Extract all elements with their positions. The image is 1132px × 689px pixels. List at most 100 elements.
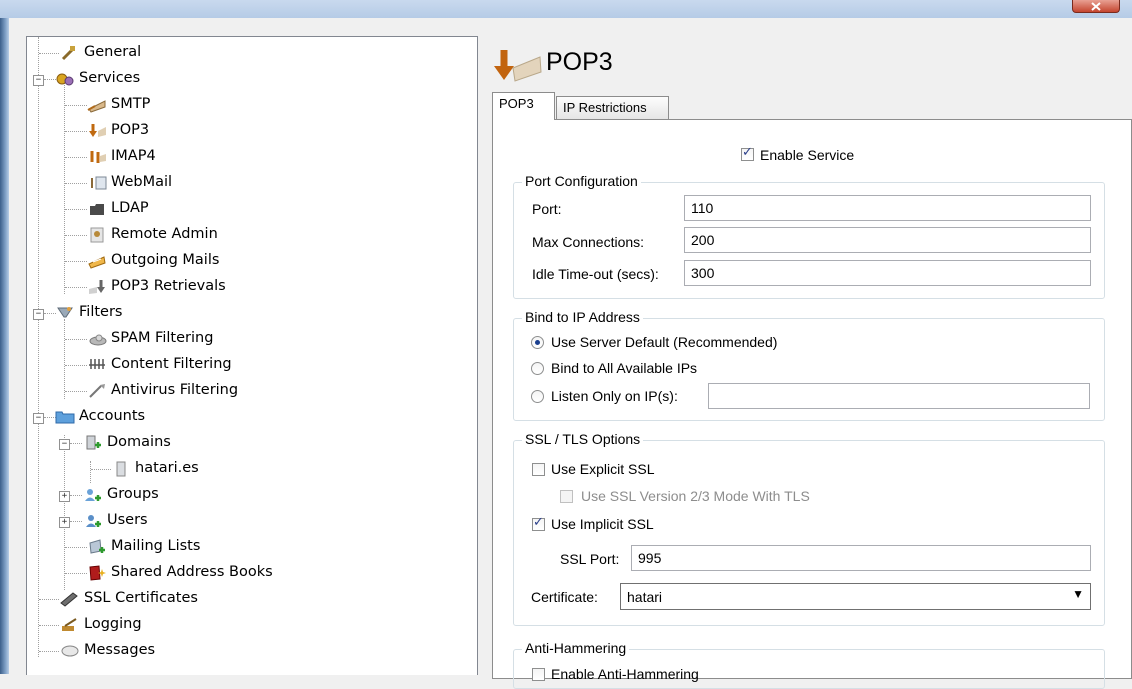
ssl-port-label: SSL Port: <box>560 551 620 567</box>
tree-label: Antivirus Filtering <box>111 382 239 398</box>
page-title: POP3 <box>546 48 613 76</box>
tree-item-shared-address-books[interactable]: Shared Address Books <box>27 561 427 585</box>
tree-item-smtp[interactable]: SMTP <box>27 93 427 117</box>
tree-label: Shared Address Books <box>111 564 273 580</box>
tree-item-outgoing-mails[interactable]: Outgoing Mails <box>27 249 427 273</box>
tree-item-filters[interactable]: − Filters <box>27 301 427 325</box>
tree-label: SPAM Filtering <box>111 330 214 346</box>
tree-item-remote-admin[interactable]: Remote Admin <box>27 223 427 247</box>
collapse-icon[interactable]: − <box>33 309 44 320</box>
tree-item-imap4[interactable]: IMAP4 <box>27 145 427 169</box>
folder-icon <box>55 411 75 424</box>
tree-item-pop3-retrievals[interactable]: POP3 Retrievals <box>27 275 427 299</box>
services-icon <box>56 73 74 86</box>
certificate-select-value: hatari <box>627 589 663 605</box>
tree-label: Outgoing Mails <box>111 252 220 268</box>
tree-item-logging[interactable]: Logging <box>27 613 427 637</box>
tree-item-accounts[interactable]: − Accounts <box>27 405 427 429</box>
collapse-icon[interactable]: − <box>33 75 44 86</box>
tab-ip-restrictions[interactable]: IP Restrictions <box>556 96 669 120</box>
tree-item-users[interactable]: + Users <box>27 509 427 533</box>
expand-icon[interactable]: + <box>59 517 70 528</box>
tree-item-pop3[interactable]: POP3 <box>27 119 427 143</box>
messages-icon <box>61 645 79 657</box>
group-legend: Bind to IP Address <box>522 309 643 325</box>
use-server-default-label: Use Server Default (Recommended) <box>551 334 778 350</box>
close-button[interactable] <box>1072 0 1120 13</box>
tree-item-domains[interactable]: − Domains <box>27 431 427 455</box>
max-connections-label: Max Connections: <box>532 234 645 250</box>
ssl-port-input[interactable]: 995 <box>631 545 1091 571</box>
tree-item-mailing-lists[interactable]: Mailing Lists <box>27 535 427 559</box>
remote-admin-icon <box>90 227 104 243</box>
enable-service-checkbox[interactable] <box>741 145 754 161</box>
window-left-edge <box>0 18 9 674</box>
tree-label: SSL Certificates <box>84 590 198 606</box>
tree-label: POP3 Retrievals <box>111 278 226 294</box>
pop3-icon <box>494 50 542 82</box>
tree-label: POP3 <box>111 122 150 138</box>
tree-label: Accounts <box>79 408 146 424</box>
port-label: Port: <box>532 201 562 217</box>
tree-label: Groups <box>107 486 159 502</box>
tree-item-webmail[interactable]: WebMail <box>27 171 427 195</box>
tree-item-content-filtering[interactable]: Content Filtering <box>27 353 427 377</box>
tab-label: IP Restrictions <box>563 100 647 115</box>
tree-label: Filters <box>79 304 123 320</box>
webmail-icon <box>91 176 107 190</box>
mailing-lists-icon <box>89 539 105 554</box>
window-title-bar <box>0 0 1132 18</box>
enable-anti-hammering-label: Enable Anti-Hammering <box>551 666 699 682</box>
tree-item-spam-filtering[interactable]: SPAM Filtering <box>27 327 427 351</box>
group-legend: Port Configuration <box>522 173 641 189</box>
tree-label: Messages <box>84 642 156 658</box>
enable-anti-hammering-checkbox[interactable] <box>532 668 545 681</box>
bind-all-ips-radio[interactable] <box>531 362 544 375</box>
tree-item-antivirus-filtering[interactable]: Antivirus Filtering <box>27 379 427 403</box>
certificate-label: Certificate: <box>531 589 598 605</box>
port-input[interactable]: 110 <box>684 195 1091 221</box>
tree-item-general[interactable]: General <box>27 41 427 65</box>
use-server-default-radio[interactable] <box>531 336 544 349</box>
outgoing-mails-icon <box>88 256 106 269</box>
tree-item-ssl-certificates[interactable]: SSL Certificates <box>27 587 427 611</box>
tab-pop3[interactable]: POP3 <box>492 92 555 120</box>
imap4-icon <box>90 151 106 163</box>
certificate-select[interactable]: hatari ▼ <box>620 583 1091 610</box>
listen-ips-input[interactable] <box>708 383 1090 409</box>
group-legend: Anti-Hammering <box>522 640 630 656</box>
certificate-icon <box>60 592 78 607</box>
logging-icon <box>62 618 77 631</box>
chevron-down-icon: ▼ <box>1072 587 1084 601</box>
use-implicit-ssl-checkbox[interactable] <box>532 515 545 531</box>
expand-icon[interactable]: + <box>59 491 70 502</box>
tree-label: IMAP4 <box>111 148 156 164</box>
tree-item-services[interactable]: − Services <box>27 67 427 91</box>
pop3-icon <box>89 124 106 137</box>
ssl-v23-mode-label: Use SSL Version 2/3 Mode With TLS <box>581 488 810 504</box>
general-icon <box>61 46 75 61</box>
max-connections-input[interactable]: 200 <box>684 227 1091 253</box>
listen-only-ips-radio[interactable] <box>531 390 544 403</box>
use-explicit-ssl-checkbox[interactable] <box>532 463 545 476</box>
navigation-tree: General − Services SMTP POP3 IMAP4 WebMa… <box>26 36 478 675</box>
tree-item-ldap[interactable]: LDAP <box>27 197 427 221</box>
tree-item-messages[interactable]: Messages <box>27 639 427 663</box>
domains-icon <box>86 435 101 450</box>
collapse-icon[interactable]: − <box>59 439 70 450</box>
tree-item-hatari-es[interactable]: hatari.es <box>27 457 427 481</box>
antivirus-filtering-icon <box>89 384 105 398</box>
use-implicit-ssl-label: Use Implicit SSL <box>551 516 654 532</box>
users-icon <box>86 515 101 527</box>
tree-label: SMTP <box>111 96 151 112</box>
group-legend: SSL / TLS Options <box>522 431 644 447</box>
tree-item-groups[interactable]: + Groups <box>27 483 427 507</box>
spam-filtering-icon <box>89 334 107 346</box>
ldap-icon <box>90 204 104 215</box>
use-explicit-ssl-label: Use Explicit SSL <box>551 461 655 477</box>
tree-label: Content Filtering <box>111 356 232 372</box>
groups-icon <box>85 489 101 501</box>
idle-timeout-input[interactable]: 300 <box>684 260 1091 286</box>
ssl-v23-mode-checkbox[interactable] <box>560 490 573 503</box>
collapse-icon[interactable]: − <box>33 413 44 424</box>
